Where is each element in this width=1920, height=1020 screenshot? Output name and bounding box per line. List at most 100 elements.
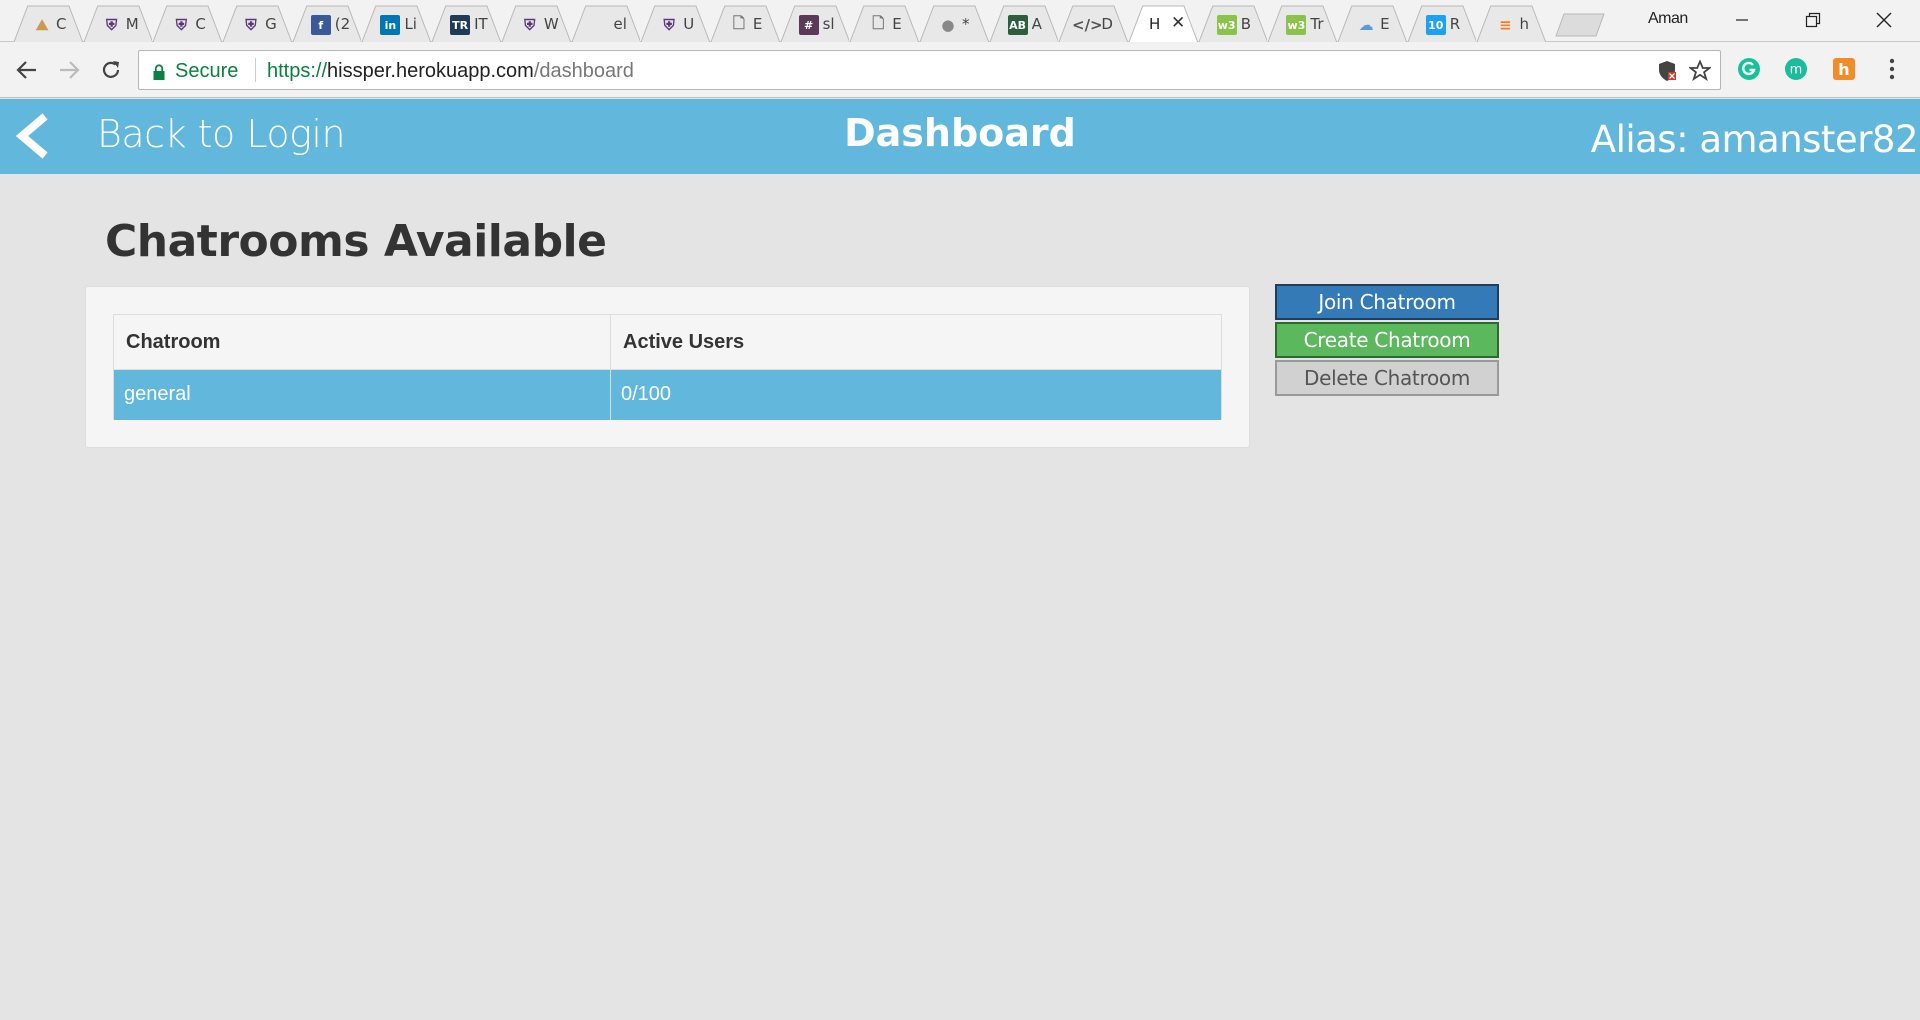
chatrooms-table: Chatroom Active Users general 0/100 (113, 314, 1222, 420)
browser-tab[interactable]: in Li (362, 5, 432, 42)
chatroom-name-cell[interactable]: general (113, 369, 611, 420)
tr-icon: TR (450, 15, 471, 35)
browser-tab[interactable]: </> D (1059, 5, 1128, 42)
tab-title: U (683, 15, 695, 33)
browser-toolbar: Secure https://hissper.herokuapp.com/das… (0, 42, 1920, 98)
back-arrow-icon[interactable] (12, 55, 42, 85)
forward-arrow-icon[interactable] (54, 55, 84, 85)
crest-icon: ⛨ (106, 16, 118, 34)
hiker-icon: ⛰ (35, 16, 49, 34)
tab-title: G (265, 15, 277, 33)
browser-tab[interactable]: ≡ h (1477, 5, 1547, 42)
active-users-cell[interactable]: 0/100 (610, 369, 1222, 420)
browser-tab[interactable]: ● * (919, 5, 989, 42)
browser-tab[interactable]: H ✕ (1129, 5, 1198, 42)
browser-tab[interactable]: 🗋 E (850, 5, 919, 42)
tab-title: IT (474, 15, 488, 33)
tab-list: ⛰ C ⛨ M ⛨ C ⛨ Gf (2 in Li TR IT ⛨ Wel ⛨ U 🗋 E # sl 🗋 E ● * AB A </>… (14, 5, 1605, 42)
browser-tab[interactable]: ⛨ W (501, 5, 571, 42)
crest-icon: ⛨ (663, 16, 675, 34)
browser-tab[interactable]: TR IT (432, 5, 501, 42)
chatroom-actions: Join Chatroom Create Chatroom Delete Cha… (1275, 284, 1499, 398)
tab-title: B (1240, 15, 1251, 33)
minimize-icon[interactable] (1713, 0, 1770, 40)
browser-tab-strip: ⛰ C ⛨ M ⛨ C ⛨ Gf (2 in Li TR IT ⛨ Wel ⛨ U 🗋 E # sl 🗋 E ● * AB A </>… (0, 0, 1920, 42)
reload-icon[interactable] (96, 55, 126, 85)
browser-tab[interactable]: ⛨ M (83, 5, 153, 42)
tab-title: el (613, 15, 627, 33)
tab-title: E (1380, 15, 1390, 33)
close-window-icon[interactable] (1855, 0, 1912, 40)
tab-title: h (1519, 15, 1529, 33)
delete-chatroom-button[interactable]: Delete Chatroom (1275, 360, 1499, 396)
browser-tab[interactable]: w3 B (1198, 5, 1268, 42)
back-to-login-link[interactable]: Back to Login (97, 112, 346, 156)
tab-title: Tr (1310, 15, 1324, 33)
code-icon: </> (1072, 16, 1103, 34)
secure-label: Secure (175, 60, 239, 82)
honey-icon[interactable]: h (1829, 54, 1859, 84)
address-bar[interactable]: Secure https://hissper.herokuapp.com/das… (138, 50, 1721, 90)
document-icon: 🗋 (732, 13, 745, 32)
browser-tab[interactable]: # sl (780, 5, 850, 42)
browser-tab[interactable]: ☁ E (1338, 5, 1407, 42)
section-title: Chatrooms Available (105, 216, 607, 267)
mercury-icon[interactable]: m (1781, 54, 1811, 84)
close-tab-icon[interactable]: ✕ (1171, 13, 1185, 33)
chevron-left-icon[interactable] (12, 113, 52, 159)
table-row[interactable]: general 0/100 (113, 369, 1222, 420)
record-icon: ● (941, 16, 955, 34)
browser-tab[interactable]: ⛰ C (14, 5, 83, 42)
column-header-chatroom: Chatroom (113, 314, 611, 370)
cloud-icon: ☁ (1358, 16, 1374, 34)
tab-title: C (56, 15, 67, 33)
bookmark-star-icon[interactable] (1688, 59, 1712, 83)
secure-indicator[interactable]: Secure (153, 60, 238, 83)
lock-icon (153, 63, 165, 80)
tab-title: D (1101, 15, 1113, 33)
restore-icon[interactable] (1784, 0, 1841, 40)
tab-title: sl (822, 15, 835, 33)
ab-icon: AB (1007, 15, 1028, 35)
menu-kebab-icon[interactable] (1877, 54, 1907, 84)
url-path: /dashboard (533, 60, 634, 82)
profile-name[interactable]: Aman (1648, 10, 1688, 28)
crest-icon: ⛨ (245, 16, 257, 34)
grammarly-icon[interactable] (1734, 54, 1764, 84)
new-tab-button[interactable] (1555, 5, 1605, 42)
join-chatroom-button[interactable]: Join Chatroom (1275, 284, 1499, 320)
new-tab-icon (1555, 13, 1605, 37)
browser-tab[interactable]: w3 Tr (1268, 5, 1338, 42)
browser-tab[interactable]: 10 R (1407, 5, 1477, 42)
ten-icon: 10 (1425, 15, 1446, 35)
browser-tab[interactable]: ⛨ C (153, 5, 223, 42)
tab-title: R (1449, 15, 1461, 33)
browser-tab[interactable]: 🗋 E (710, 5, 780, 42)
tab-title: C (195, 15, 206, 33)
browser-tab[interactable]: f (2 (292, 5, 362, 42)
tab-title: E (752, 15, 763, 33)
browser-tab[interactable]: el (571, 5, 641, 42)
browser-tab[interactable]: AB A (989, 5, 1059, 42)
url-host: hissper.herokuapp.com (327, 60, 534, 82)
crest-icon: ⛨ (175, 16, 187, 34)
browser-tab[interactable]: ⛨ G (223, 5, 292, 42)
shield-blocked-icon[interactable] (1655, 59, 1679, 83)
hash-icon: # (798, 15, 819, 35)
create-chatroom-button[interactable]: Create Chatroom (1275, 322, 1499, 358)
tab-title: * (961, 15, 970, 33)
table-header-row: Chatroom Active Users (113, 314, 1222, 370)
facebook-icon: f (310, 15, 331, 35)
url-scheme: https:// (267, 60, 328, 82)
svg-text:m: m (1790, 63, 1803, 78)
browser-tab[interactable]: ⛨ U (641, 5, 710, 42)
linkedin-icon: in (380, 15, 401, 35)
tab-title: Li (404, 15, 417, 33)
document-icon: 🗋 (872, 13, 885, 32)
app-header: Back to Login Dashboard Alias: amanster8… (0, 99, 1920, 174)
crest-icon: ⛨ (524, 16, 536, 34)
w3-icon: w3 (1216, 15, 1237, 35)
url-text[interactable]: https://hissper.herokuapp.com/dashboard (267, 60, 634, 83)
tab-title: M (125, 15, 139, 33)
blank-icon (590, 15, 610, 35)
